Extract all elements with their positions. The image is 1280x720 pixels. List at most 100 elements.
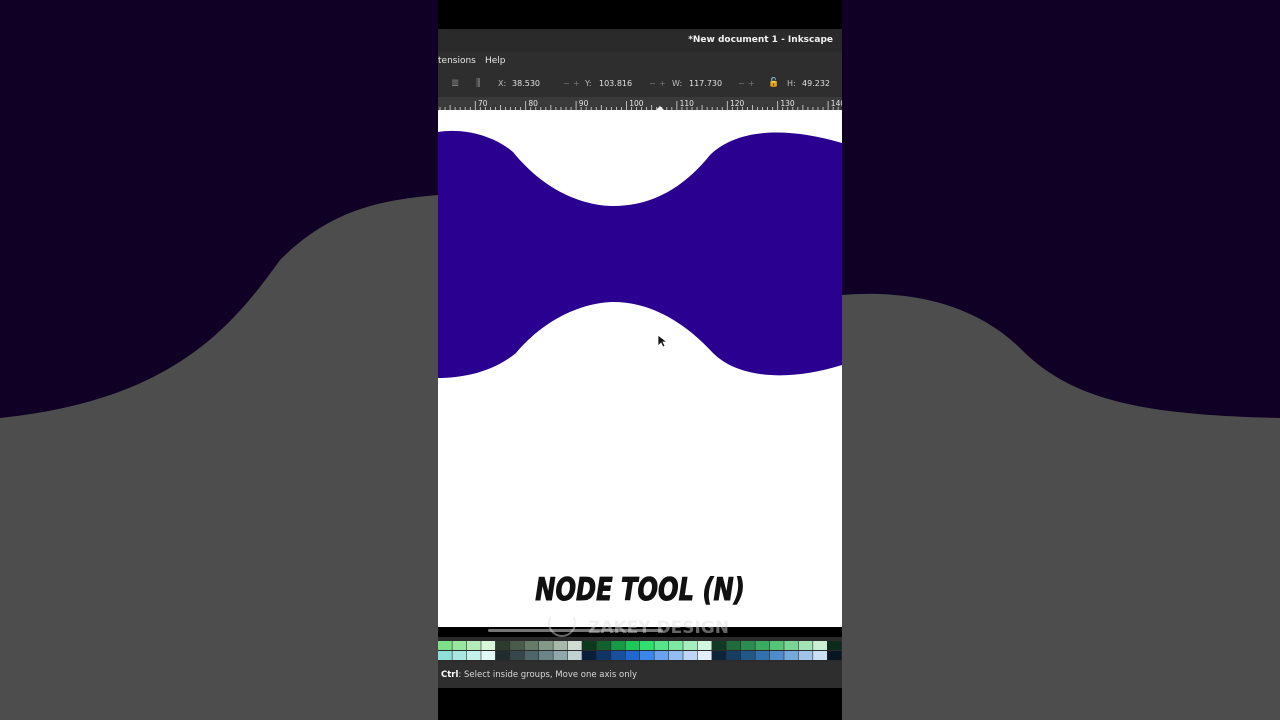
palette-swatch[interactable] [481, 641, 496, 650]
palette-swatch[interactable] [510, 641, 524, 650]
window-title: *New document 1 - Inkscape [688, 35, 833, 45]
palette-swatch[interactable] [827, 651, 842, 660]
x-label: X: [498, 79, 507, 88]
y-field[interactable]: 103.816 [599, 70, 632, 97]
palette-swatch[interactable] [741, 641, 755, 650]
w-label: W: [672, 79, 683, 88]
distribute-icon[interactable]: ⫼ [476, 70, 481, 97]
palette-swatch[interactable] [726, 641, 741, 650]
background-left [0, 0, 438, 720]
palette-swatch[interactable] [495, 651, 510, 660]
background-right [842, 0, 1280, 720]
palette-swatch[interactable] [798, 641, 813, 650]
palette-swatch[interactable] [553, 651, 568, 660]
palette-swatch[interactable] [697, 651, 712, 660]
palette-swatch[interactable] [741, 651, 755, 660]
align-icon[interactable]: ≣ [451, 70, 459, 97]
status-bar: Ctrl: Select inside groups, Move one axi… [438, 662, 842, 688]
palette-swatch[interactable] [438, 641, 452, 650]
palette-swatch[interactable] [611, 641, 625, 650]
palette-swatch[interactable] [712, 651, 726, 660]
palette-swatch[interactable] [784, 651, 799, 660]
status-message: : Select inside groups, Move one axis on… [458, 670, 638, 680]
palette-swatch[interactable] [596, 641, 611, 650]
menu-extensions[interactable]: tensions [438, 52, 476, 70]
palette-swatch[interactable] [481, 651, 496, 660]
y-label: Y: [585, 79, 592, 88]
palette-swatch[interactable] [784, 641, 799, 650]
palette-swatch[interactable] [640, 641, 654, 650]
background-blur-right [842, 0, 1280, 720]
drawing-canvas[interactable] [438, 110, 842, 627]
lock-icon[interactable]: 🔓 [768, 70, 779, 97]
menu-bar: tensions Help [438, 52, 842, 70]
palette-swatch[interactable] [539, 641, 553, 650]
ruler-label: 120 [730, 99, 745, 108]
ruler-label: 130 [780, 99, 795, 108]
palette-swatch[interactable] [712, 641, 726, 650]
ruler-label: 80 [528, 99, 538, 108]
x-increment[interactable]: + [573, 70, 580, 97]
palette-swatch[interactable] [438, 651, 452, 660]
video-caption: NODE TOOL (N) [535, 572, 745, 609]
palette-swatch[interactable] [769, 641, 784, 650]
palette-swatch[interactable] [625, 641, 640, 650]
palette-swatch[interactable] [798, 651, 813, 660]
palette-swatch[interactable] [524, 651, 539, 660]
palette-swatch[interactable] [827, 641, 842, 650]
palette-swatch[interactable] [625, 651, 640, 660]
palette-swatch[interactable] [466, 651, 481, 660]
watermark-logo: ZAKEY DESIGN [488, 609, 729, 638]
palette-swatch[interactable] [697, 641, 712, 650]
palette-swatch[interactable] [755, 651, 770, 660]
bone-shape-path[interactable] [438, 130, 842, 378]
palette-swatch[interactable] [683, 651, 698, 660]
palette-swatch[interactable] [683, 641, 698, 650]
palette-swatch[interactable] [596, 651, 611, 660]
palette-swatch[interactable] [668, 651, 683, 660]
palette-swatch[interactable] [466, 641, 481, 650]
palette-swatches [438, 641, 842, 660]
palette-swatch[interactable] [524, 641, 539, 650]
palette-swatch[interactable] [668, 641, 683, 650]
x-field[interactable]: 38.530 [512, 70, 540, 97]
color-palette[interactable] [438, 637, 842, 662]
palette-swatch[interactable] [510, 651, 524, 660]
palette-swatch[interactable] [452, 651, 467, 660]
title-bar: *New document 1 - Inkscape [438, 29, 842, 52]
y-decrement[interactable]: − [649, 70, 656, 97]
ruler-label: 90 [579, 99, 589, 108]
h-label: H: [787, 79, 796, 88]
background-blur-left [0, 0, 438, 720]
palette-swatch[interactable] [654, 651, 669, 660]
w-increment[interactable]: + [748, 70, 755, 97]
palette-swatch[interactable] [654, 641, 669, 650]
horizontal-ruler[interactable]: 70 80 90 100 110 120 130 140 [438, 97, 842, 110]
palette-swatch[interactable] [452, 641, 467, 650]
palette-swatch[interactable] [726, 651, 741, 660]
palette-swatch[interactable] [553, 641, 568, 650]
palette-swatch[interactable] [755, 641, 770, 650]
palette-swatch[interactable] [582, 651, 597, 660]
select-toolbar: ≣ ⫼ X: 38.530 − + Y: 103.816 − + W: 117.… [438, 70, 842, 97]
canvas-drawing [438, 130, 842, 378]
palette-swatch[interactable] [813, 651, 827, 660]
status-modifier: Ctrl [441, 670, 459, 680]
palette-swatch[interactable] [495, 641, 510, 650]
x-decrement[interactable]: − [563, 70, 570, 97]
palette-swatch[interactable] [567, 641, 582, 650]
palette-swatch[interactable] [582, 641, 597, 650]
h-field[interactable]: 49.232 [802, 70, 830, 97]
palette-swatch[interactable] [567, 651, 582, 660]
menu-help[interactable]: Help [485, 52, 506, 70]
palette-swatch[interactable] [640, 651, 654, 660]
palette-swatch[interactable] [539, 651, 553, 660]
ruler-label: 110 [680, 99, 695, 108]
w-decrement[interactable]: − [738, 70, 745, 97]
palette-swatch[interactable] [769, 651, 784, 660]
y-increment[interactable]: + [659, 70, 666, 97]
palette-swatch[interactable] [813, 641, 827, 650]
w-field[interactable]: 117.730 [689, 70, 722, 97]
mouse-cursor-icon [657, 334, 669, 348]
palette-swatch[interactable] [611, 651, 625, 660]
